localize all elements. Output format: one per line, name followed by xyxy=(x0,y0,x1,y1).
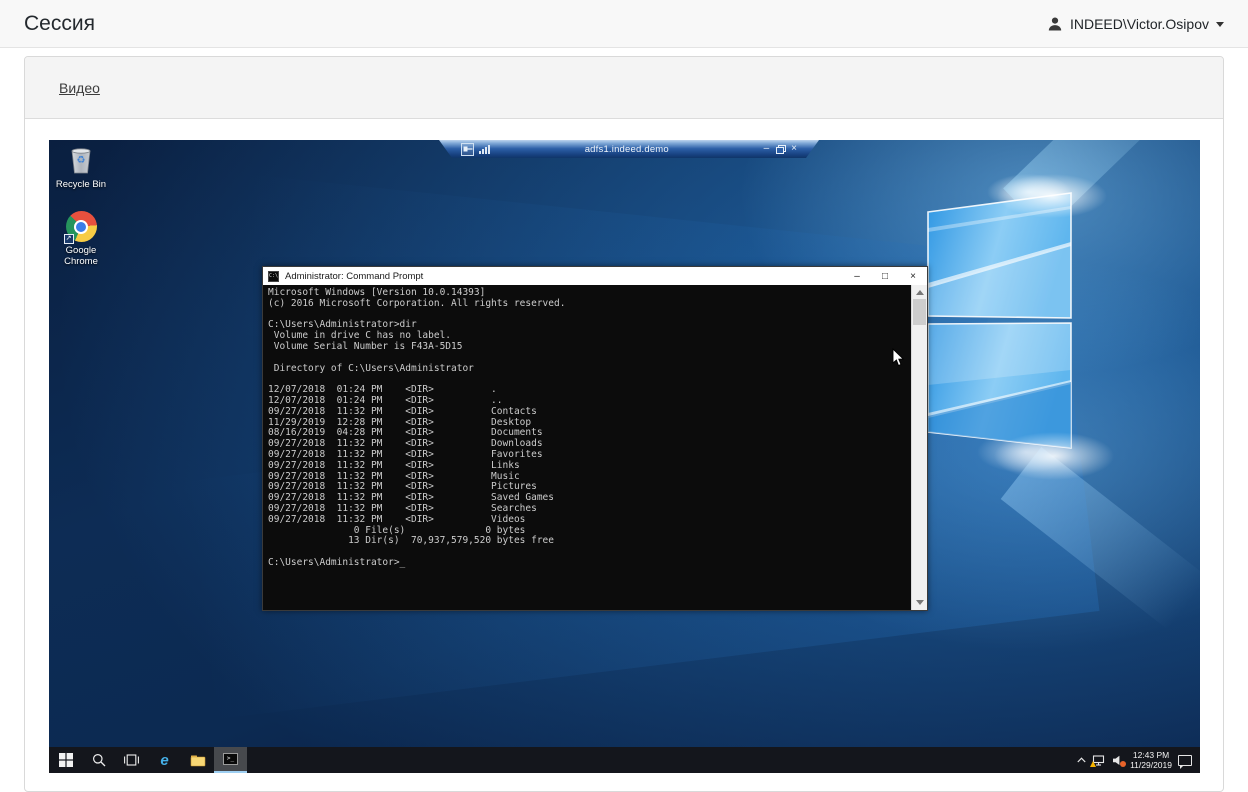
chevron-up-icon xyxy=(1077,757,1086,763)
person-icon xyxy=(1047,16,1063,32)
taskbar-clock[interactable]: 12:43 PM 11/29/2019 xyxy=(1130,750,1172,770)
rdp-minimize-button[interactable]: – xyxy=(764,144,770,154)
task-view-button[interactable] xyxy=(115,747,148,773)
rdp-restore-button[interactable] xyxy=(776,145,784,153)
wallpaper-glow xyxy=(994,432,1114,480)
network-status-button[interactable] xyxy=(1092,755,1106,766)
user-name-label: INDEED\Victor.Osipov xyxy=(1070,16,1209,32)
taskbar-cmd-button[interactable]: >_ xyxy=(214,747,247,773)
card-body: adfs1.indeed.demo – × ♻ Recycle Bin xyxy=(25,119,1223,792)
wallpaper-ray xyxy=(1001,447,1200,653)
search-icon xyxy=(92,753,106,767)
search-button[interactable] xyxy=(82,747,115,773)
console-scrollbar[interactable] xyxy=(911,285,927,610)
internet-explorer-button[interactable]: e xyxy=(148,747,181,773)
scroll-down-icon[interactable] xyxy=(916,600,924,605)
page-title: Сессия xyxy=(24,12,95,36)
system-tray: 12:43 PM 11/29/2019 xyxy=(1077,747,1200,773)
tray-expand-button[interactable] xyxy=(1077,757,1086,763)
session-card: Видео xyxy=(24,56,1224,792)
shortcut-arrow-icon: ↗ xyxy=(64,234,74,244)
user-menu[interactable]: INDEED\Victor.Osipov xyxy=(1047,16,1224,32)
taskbar: e >_ xyxy=(49,747,1200,773)
card-header: Видео xyxy=(25,57,1223,119)
cmd-body[interactable]: Microsoft Windows [Version 10.0.14393] (… xyxy=(263,285,927,610)
cmd-taskbar-icon: >_ xyxy=(223,753,238,765)
recycle-bin-icon: ♻ xyxy=(66,146,96,176)
internet-explorer-icon: e xyxy=(160,753,168,768)
desktop-icon-google-chrome[interactable]: ↗ Google Chrome xyxy=(52,211,110,267)
desktop-icon-label: Recycle Bin xyxy=(56,179,106,190)
clock-time: 12:43 PM xyxy=(1130,750,1172,760)
app-header: Сессия INDEED\Victor.Osipov xyxy=(0,0,1248,48)
cmd-window-title: Administrator: Command Prompt xyxy=(285,271,843,282)
cmd-window[interactable]: C:\ Administrator: Command Prompt – □ × … xyxy=(262,266,928,611)
windows-logo-wallpaper xyxy=(914,180,1084,460)
file-explorer-button[interactable] xyxy=(181,747,214,773)
desktop-icon-label: Google Chrome xyxy=(52,245,110,267)
pin-icon[interactable] xyxy=(461,143,474,156)
windows-start-icon xyxy=(59,753,73,767)
file-explorer-icon xyxy=(190,754,206,767)
chrome-icon: ↗ xyxy=(66,211,97,242)
scroll-up-icon[interactable] xyxy=(916,290,924,295)
svg-text:♻: ♻ xyxy=(77,155,86,166)
cmd-titlebar[interactable]: C:\ Administrator: Command Prompt – □ × xyxy=(263,267,927,285)
volume-button[interactable] xyxy=(1112,755,1124,766)
cmd-window-icon: C:\ xyxy=(268,271,279,282)
action-center-button[interactable] xyxy=(1178,755,1192,766)
cmd-maximize-button[interactable]: □ xyxy=(871,267,899,285)
start-button[interactable] xyxy=(49,747,82,773)
task-view-icon xyxy=(124,754,139,766)
cmd-close-button[interactable]: × xyxy=(899,267,927,285)
cmd-minimize-button[interactable]: – xyxy=(843,267,871,285)
remote-desktop-view[interactable]: adfs1.indeed.demo – × ♻ Recycle Bin xyxy=(49,140,1200,773)
rdp-connection-bar: adfs1.indeed.demo – × xyxy=(439,140,819,158)
wallpaper-ray xyxy=(1003,140,1200,232)
scrollbar-thumb[interactable] xyxy=(913,299,926,325)
desktop-icon-recycle-bin[interactable]: ♻ Recycle Bin xyxy=(52,146,110,190)
action-center-icon xyxy=(1178,755,1192,766)
volume-alert-badge xyxy=(1120,761,1126,767)
chevron-down-icon xyxy=(1216,22,1224,27)
signal-bars-icon xyxy=(479,145,490,154)
console-output: Microsoft Windows [Version 10.0.14393] (… xyxy=(263,285,911,610)
network-warning-icon xyxy=(1090,761,1096,767)
tab-video[interactable]: Видео xyxy=(59,80,100,96)
rdp-close-button[interactable]: × xyxy=(791,144,797,154)
wallpaper-glow xyxy=(997,174,1107,218)
clock-date: 11/29/2019 xyxy=(1130,760,1172,770)
rdp-host-name: adfs1.indeed.demo xyxy=(490,144,764,155)
